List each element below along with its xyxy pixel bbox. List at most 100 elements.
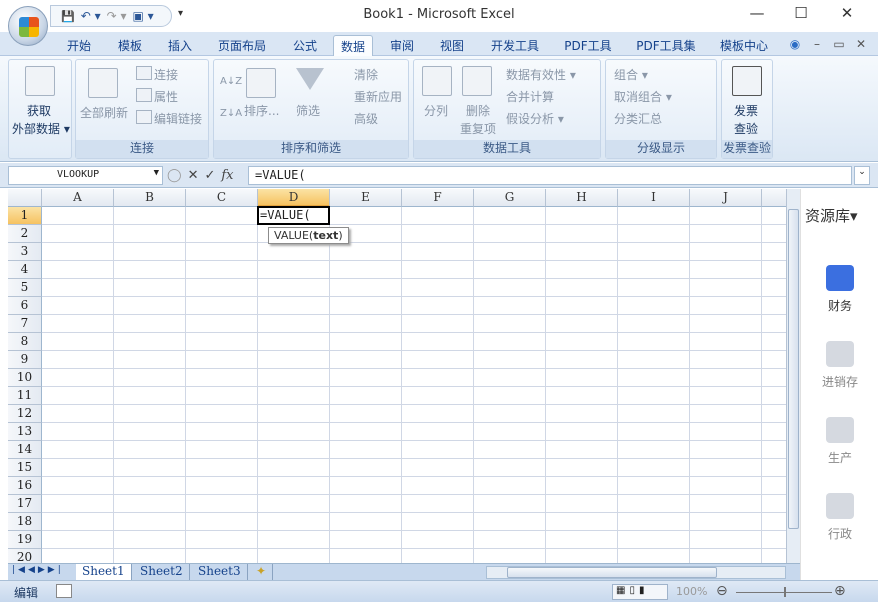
column-header[interactable]: C	[186, 189, 258, 207]
tab-8[interactable]: 开发工具	[482, 35, 548, 56]
row-header[interactable]: 13	[8, 423, 42, 441]
consolidate-button[interactable]: 合并计算	[506, 88, 554, 105]
column-header[interactable]: I	[618, 189, 690, 207]
ribbon-close-icon[interactable]: ✕	[852, 35, 870, 56]
column-header[interactable]: D	[258, 189, 330, 207]
get-external-label-1[interactable]: 获取	[27, 102, 51, 119]
tab-4[interactable]: 公式	[285, 35, 325, 56]
extra-button[interactable]: ▣ ▾	[133, 9, 154, 23]
tab-5[interactable]: 数据	[333, 35, 373, 56]
insert-function-icon[interactable]: fx	[221, 168, 233, 183]
sort-za-button[interactable]: Z↓A	[220, 108, 242, 119]
row-header[interactable]: 17	[8, 495, 42, 513]
refresh-all-button[interactable]: 全部刷新	[80, 104, 128, 121]
sheet-tab[interactable]: Sheet3	[192, 564, 248, 580]
row-header[interactable]: 14	[8, 441, 42, 459]
row-header[interactable]: 4	[8, 261, 42, 279]
connections-button[interactable]: 连接	[154, 66, 178, 83]
vertical-scrollbar[interactable]	[786, 189, 800, 563]
tab-3[interactable]: 页面布局	[210, 35, 274, 56]
tab-9[interactable]: PDF工具	[556, 35, 620, 56]
row-header[interactable]: 15	[8, 459, 42, 477]
column-header[interactable]: A	[42, 189, 114, 207]
reapply-button[interactable]: 重新应用	[354, 88, 402, 105]
close-button[interactable]: ✕	[832, 4, 862, 26]
row-header[interactable]: 1	[8, 207, 42, 225]
undo-button[interactable]: ↶ ▾	[81, 9, 101, 23]
tooltip-argument[interactable]: text	[313, 229, 338, 242]
sort-az-button[interactable]: A↓Z	[220, 76, 242, 87]
data-validation-button[interactable]: 数据有效性 ▾	[506, 66, 576, 83]
invoice-label-1[interactable]: 发票	[734, 102, 758, 119]
active-cell[interactable]: =VALUE(	[257, 206, 330, 225]
vertical-scroll-thumb[interactable]	[788, 209, 799, 529]
group-button[interactable]: 组合 ▾	[614, 66, 648, 83]
row-header[interactable]: 5	[8, 279, 42, 297]
view-buttons[interactable]: ▦▯▮	[612, 584, 668, 600]
enter-icon[interactable]: ✓	[204, 168, 215, 183]
macro-record-icon[interactable]	[56, 584, 72, 598]
row-header[interactable]: 3	[8, 243, 42, 261]
cancel-icon[interactable]: ✕	[188, 168, 199, 183]
text-to-columns-button[interactable]: 分列	[424, 102, 448, 119]
side-panel-item[interactable]: 财务	[801, 265, 878, 314]
sheet-tab[interactable]: Sheet2	[134, 564, 190, 580]
properties-button[interactable]: 属性	[154, 88, 178, 105]
remove-duplicates-label-1[interactable]: 删除	[466, 102, 490, 119]
side-panel-item[interactable]: 进销存	[801, 341, 878, 390]
redo-button[interactable]: ↷ ▾	[107, 9, 127, 23]
ungroup-button[interactable]: 取消组合 ▾	[614, 88, 672, 105]
row-header[interactable]: 12	[8, 405, 42, 423]
help-icon[interactable]: ◉	[786, 35, 804, 56]
tab-6[interactable]: 审阅	[382, 35, 422, 56]
row-header[interactable]: 7	[8, 315, 42, 333]
side-panel-title[interactable]: 资源库▾	[805, 205, 858, 226]
row-header[interactable]: 9	[8, 351, 42, 369]
maximize-button[interactable]: ☐	[786, 4, 816, 26]
get-external-label-2[interactable]: 外部数据 ▾	[12, 120, 70, 137]
tab-7[interactable]: 视图	[432, 35, 472, 56]
column-header[interactable]: J	[690, 189, 762, 207]
row-header[interactable]: 20	[8, 549, 42, 563]
subtotal-button[interactable]: 分类汇总	[614, 110, 662, 127]
invoice-label-2[interactable]: 查验	[734, 120, 758, 137]
minimize-button[interactable]: —	[742, 4, 772, 26]
sheet-nav-icons[interactable]: |◀◀▶▶|	[12, 565, 64, 575]
clear-button[interactable]: 清除	[354, 66, 378, 83]
row-header[interactable]: 19	[8, 531, 42, 549]
column-header[interactable]: G	[474, 189, 546, 207]
row-header[interactable]: 2	[8, 225, 42, 243]
advanced-button[interactable]: 高级	[354, 110, 378, 127]
tab-2[interactable]: 插入	[160, 35, 200, 56]
formula-input[interactable]: =VALUE(	[248, 166, 852, 185]
ribbon-minimize-icon[interactable]: –	[808, 35, 826, 56]
side-panel-item[interactable]: 生产	[801, 417, 878, 466]
row-header[interactable]: 8	[8, 333, 42, 351]
ribbon-restore-icon[interactable]: ▭	[830, 35, 848, 56]
column-header[interactable]: F	[402, 189, 474, 207]
customize-qat-button[interactable]: ▾	[178, 8, 183, 19]
office-button[interactable]	[8, 6, 48, 46]
select-all-corner[interactable]	[8, 189, 42, 207]
edit-links-button[interactable]: 编辑链接	[154, 110, 202, 127]
side-panel-item[interactable]: 行政	[801, 493, 878, 542]
sheet-tab[interactable]: Sheet1	[76, 564, 132, 580]
column-header[interactable]: E	[330, 189, 402, 207]
name-box[interactable]: VLOOKUP ▼	[8, 166, 163, 185]
sort-button[interactable]: 排序...	[244, 102, 279, 119]
chevron-down-icon[interactable]: ▼	[154, 168, 159, 178]
row-header[interactable]: 10	[8, 369, 42, 387]
column-header[interactable]	[762, 189, 786, 207]
worksheet-grid[interactable]: A B C D E F G H I J 1 2 3 4 5 6 7 8 9 10 11 12 13 14 15 16 17 18 19 2…	[8, 189, 786, 563]
zoom-slider-thumb[interactable]	[784, 587, 786, 597]
zoom-in-icon[interactable]: ⊕	[834, 583, 846, 599]
zoom-out-icon[interactable]: ⊖	[716, 583, 728, 599]
tab-1[interactable]: 模板	[110, 35, 150, 56]
remove-duplicates-label-2[interactable]: 重复项	[460, 120, 496, 137]
row-header[interactable]: 18	[8, 513, 42, 531]
expand-formula-button[interactable]: ⌄	[854, 166, 870, 185]
row-header[interactable]: 11	[8, 387, 42, 405]
what-if-button[interactable]: 假设分析 ▾	[506, 110, 564, 127]
column-header[interactable]: B	[114, 189, 186, 207]
tab-0[interactable]: 开始	[58, 35, 100, 56]
